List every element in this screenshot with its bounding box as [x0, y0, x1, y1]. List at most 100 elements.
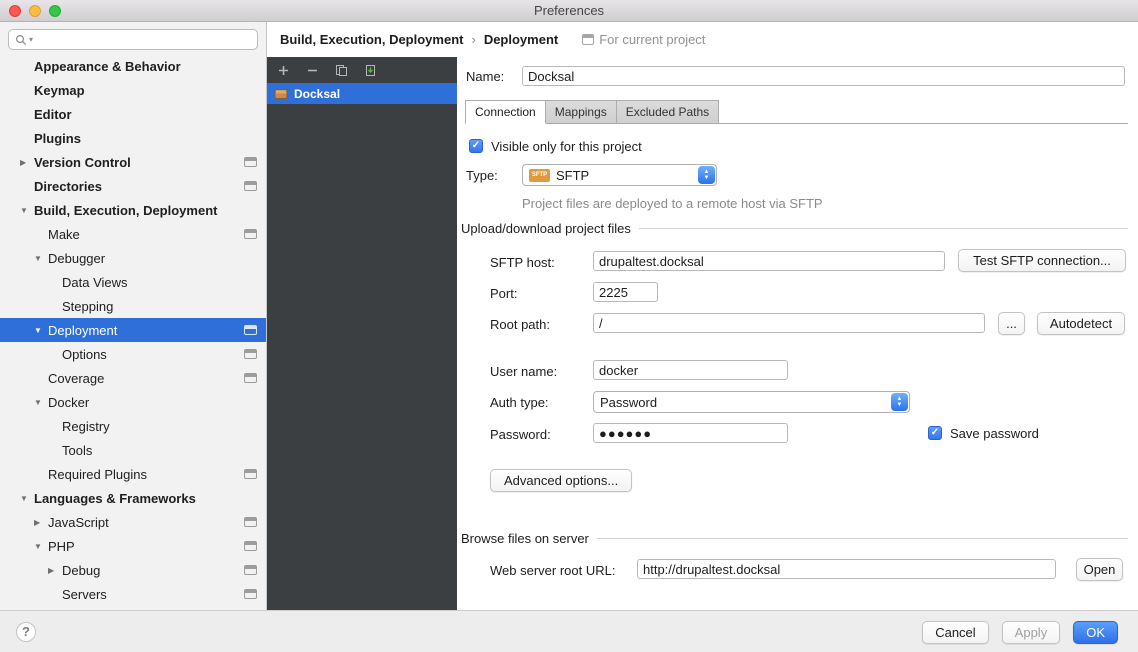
preferences-window: Preferences ▾ Appearance & BehaviorKeyma…	[0, 0, 1138, 652]
sidebar-item-keymap[interactable]: Keymap	[0, 78, 266, 102]
search-options-caret-icon[interactable]: ▾	[29, 35, 33, 44]
breadcrumb-page: Deployment	[484, 32, 558, 47]
copy-server-button[interactable]	[334, 63, 348, 77]
test-sftp-connection-button[interactable]: Test SFTP connection...	[958, 249, 1126, 272]
project-settings-icon	[244, 469, 257, 479]
web-server-root-url-input[interactable]	[637, 559, 1056, 579]
sidebar-item-docker[interactable]: ▼Docker	[0, 390, 266, 414]
sidebar-item-label: Directories	[34, 179, 102, 194]
sidebar-item-languages-frameworks[interactable]: ▼Languages & Frameworks	[0, 486, 266, 510]
chevron-right-icon[interactable]: ▶	[48, 566, 62, 575]
sidebar-item-label: Coverage	[48, 371, 104, 386]
tab-strip: ConnectionMappingsExcluded Paths	[465, 100, 1128, 124]
scope-label: For current project	[599, 32, 705, 47]
root-path-input[interactable]	[593, 313, 985, 333]
project-settings-icon	[244, 565, 257, 575]
add-server-button[interactable]	[276, 63, 290, 77]
advanced-options-button[interactable]: Advanced options...	[490, 469, 632, 492]
chevron-down-icon[interactable]: ▼	[34, 254, 48, 263]
server-item-docksal[interactable]: Docksal	[267, 83, 457, 104]
cancel-button[interactable]: Cancel	[922, 621, 988, 644]
ok-button[interactable]: OK	[1073, 621, 1118, 644]
sidebar-item-build-execution-deployment[interactable]: ▼Build, Execution, Deployment	[0, 198, 266, 222]
sidebar-item-data-views[interactable]: Data Views	[0, 270, 266, 294]
auth-type-value: Password	[600, 395, 657, 410]
sidebar-item-directories[interactable]: Directories	[0, 174, 266, 198]
tab-excluded-paths[interactable]: Excluded Paths	[616, 100, 719, 124]
user-name-label: User name:	[490, 364, 557, 379]
visible-only-checkbox[interactable]: ✓ Visible only for this project	[469, 138, 642, 154]
servers-panel: Docksal	[267, 57, 457, 610]
sidebar-item-required-plugins[interactable]: Required Plugins	[0, 462, 266, 486]
minimize-window-button[interactable]	[29, 5, 41, 17]
sftp-host-input[interactable]	[593, 251, 945, 271]
sidebar-item-registry[interactable]: Registry	[0, 414, 266, 438]
autodetect-button[interactable]: Autodetect	[1037, 312, 1125, 335]
sidebar-item-coverage[interactable]: Coverage	[0, 366, 266, 390]
close-window-button[interactable]	[9, 5, 21, 17]
project-settings-icon	[244, 181, 257, 191]
save-password-checkbox[interactable]: ✓ Save password	[928, 425, 1039, 441]
tab-mappings[interactable]: Mappings	[545, 100, 617, 124]
sidebar-item-label: Options	[62, 347, 107, 362]
sidebar-item-php[interactable]: ▼PHP	[0, 534, 266, 558]
type-select[interactable]: SFTP SFTP ▲▼	[522, 164, 717, 186]
sidebar-item-label: Plugins	[34, 131, 81, 146]
window-controls	[9, 5, 61, 17]
copy-icon	[335, 64, 348, 77]
port-input[interactable]	[593, 282, 658, 302]
chevron-right-icon[interactable]: ▶	[20, 158, 34, 167]
sidebar-item-tools[interactable]: Tools	[0, 438, 266, 462]
breadcrumb-section[interactable]: Build, Execution, Deployment	[280, 32, 463, 47]
web-server-root-url-label: Web server root URL:	[490, 563, 615, 578]
checkbox-checked-icon: ✓	[928, 426, 942, 440]
sidebar-item-label: Docker	[48, 395, 89, 410]
sidebar-item-label: Make	[48, 227, 80, 242]
sidebar-item-debugger[interactable]: ▼Debugger	[0, 246, 266, 270]
settings-search-input[interactable]: ▾	[8, 29, 258, 50]
type-help-text: Project files are deployed to a remote h…	[522, 196, 823, 211]
tab-connection[interactable]: Connection	[465, 100, 546, 124]
auth-type-label: Auth type:	[490, 395, 549, 410]
project-settings-icon	[244, 517, 257, 527]
project-settings-icon	[244, 325, 257, 335]
chevron-down-icon[interactable]: ▼	[20, 494, 34, 503]
chevron-down-icon[interactable]: ▼	[34, 326, 48, 335]
chevron-down-icon[interactable]: ▼	[34, 398, 48, 407]
sidebar-item-appearance-behavior[interactable]: Appearance & Behavior	[0, 54, 266, 78]
project-settings-icon	[244, 541, 257, 551]
visible-only-label: Visible only for this project	[491, 139, 642, 154]
password-input[interactable]	[593, 423, 788, 443]
sidebar-item-editor[interactable]: Editor	[0, 102, 266, 126]
sidebar-item-label: Debug	[62, 563, 100, 578]
chevron-down-icon[interactable]: ▼	[34, 542, 48, 551]
chevron-right-icon[interactable]: ▶	[34, 518, 48, 527]
sidebar-item-make[interactable]: Make	[0, 222, 266, 246]
browse-root-path-button[interactable]: ...	[998, 312, 1025, 335]
sidebar-item-label: Build, Execution, Deployment	[34, 203, 217, 218]
user-name-input[interactable]	[593, 360, 788, 380]
remove-server-button[interactable]	[305, 63, 319, 77]
sidebar-item-javascript[interactable]: ▶JavaScript	[0, 510, 266, 534]
browse-files-section-header: Browse files on server	[461, 531, 1128, 546]
sidebar-item-label: JavaScript	[48, 515, 109, 530]
sidebar-item-version-control[interactable]: ▶Version Control	[0, 150, 266, 174]
auth-type-select[interactable]: Password ▲▼	[593, 391, 910, 413]
sidebar-item-stepping[interactable]: Stepping	[0, 294, 266, 318]
sidebar-item-options[interactable]: Options	[0, 342, 266, 366]
chevron-down-icon[interactable]: ▼	[20, 206, 34, 215]
sidebar-item-servers[interactable]: Servers	[0, 582, 266, 606]
sidebar-item-debug[interactable]: ▶Debug	[0, 558, 266, 582]
help-button[interactable]: ?	[16, 622, 36, 642]
name-input[interactable]	[522, 66, 1125, 86]
settings-sidebar: ▾ Appearance & BehaviorKeymapEditor Plugi…	[0, 22, 267, 610]
sidebar-item-plugins[interactable]: Plugins	[0, 126, 266, 150]
open-url-button[interactable]: Open	[1076, 558, 1123, 581]
zoom-window-button[interactable]	[49, 5, 61, 17]
type-value: SFTP	[556, 168, 589, 183]
sftp-type-icon: SFTP	[529, 169, 550, 182]
sidebar-item-label: Required Plugins	[48, 467, 147, 482]
sidebar-item-deployment[interactable]: ▼Deployment	[0, 318, 266, 342]
apply-button[interactable]: Apply	[1002, 621, 1061, 644]
import-server-button[interactable]	[363, 63, 377, 77]
